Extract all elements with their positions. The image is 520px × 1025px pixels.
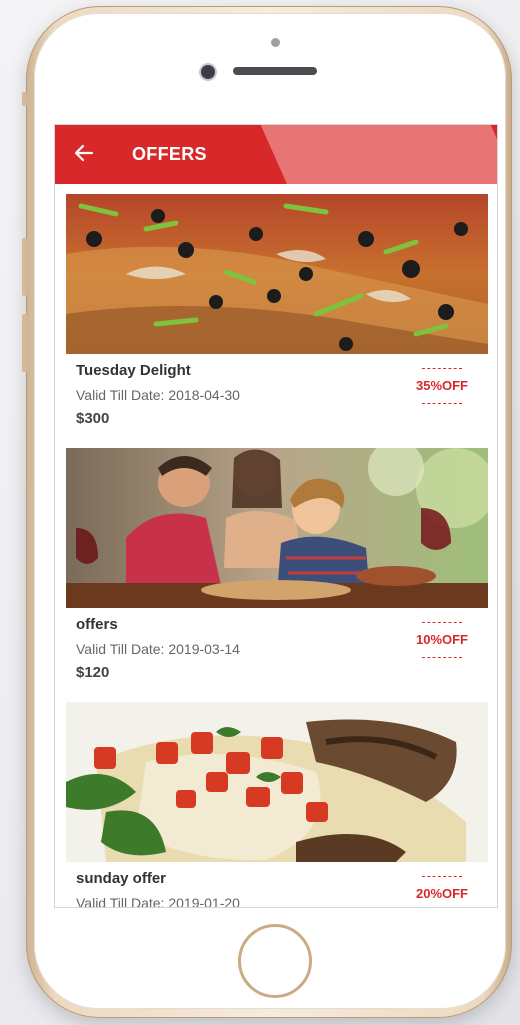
app-bar-accent [260, 125, 497, 184]
offer-name: offers [76, 616, 118, 633]
discount-label: 10%OFF [415, 632, 468, 647]
earpiece-speaker [233, 67, 317, 75]
offer-name: sunday offer [76, 870, 167, 887]
offer-valid-date: Valid Till Date: 2019-03-14 [76, 641, 240, 657]
discount-rule-bottom [422, 657, 462, 658]
volume-down-button [22, 314, 27, 372]
discount-label: 35%OFF [415, 378, 468, 393]
front-camera [201, 65, 215, 79]
discount-badge: 10%OFF [414, 622, 470, 658]
page-title: OFFERS [132, 144, 207, 164]
app-bar: OFFERS [55, 125, 497, 184]
discount-label: 20%OFF [415, 886, 468, 901]
offer-valid-date: Valid Till Date: 2019-01-20 [76, 895, 240, 908]
arrow-left-icon[interactable] [72, 141, 96, 165]
bruschetta-chicken-photo [66, 702, 488, 862]
mute-switch [22, 92, 27, 106]
discount-rule-bottom [422, 403, 462, 404]
app-screen: OFFERS Tuesday Delight Valid Till Date: … [54, 124, 498, 908]
offer-price: $120 [76, 664, 110, 681]
proximity-sensor [271, 38, 280, 47]
home-button[interactable] [238, 924, 312, 998]
family-dining-photo [66, 448, 488, 608]
offer-valid-date: Valid Till Date: 2018-04-30 [76, 387, 240, 403]
pizza-photo [66, 194, 488, 354]
discount-badge: 35%OFF [414, 368, 470, 404]
offer-name: Tuesday Delight [76, 362, 191, 379]
offer-price: $300 [76, 410, 110, 427]
volume-up-button [22, 238, 27, 296]
discount-badge: 20%OFF [414, 876, 470, 907]
